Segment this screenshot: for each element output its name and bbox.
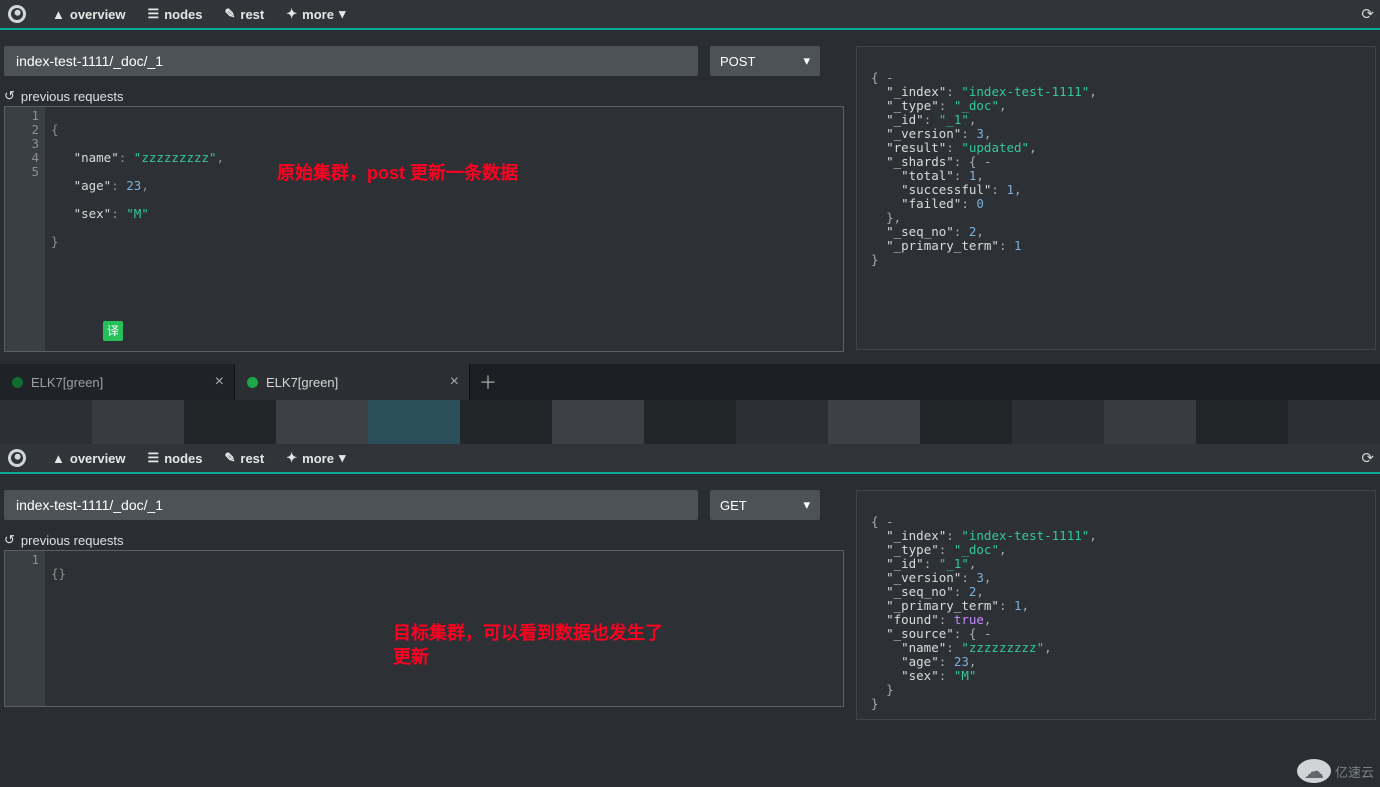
chevron-down-icon: ▾: [803, 497, 810, 513]
http-method-value: POST: [720, 54, 755, 69]
nav-overview[interactable]: ▲ overview: [52, 7, 126, 22]
add-tab-button[interactable]: ＋: [470, 364, 506, 400]
wand-icon: ✦: [286, 6, 297, 22]
http-method-select[interactable]: POST ▾: [710, 46, 820, 76]
http-method-value: GET: [720, 498, 747, 513]
nodes-icon: ☰: [148, 450, 160, 466]
response-panel[interactable]: { - "_index": "index-test-1111", "_type"…: [856, 46, 1376, 350]
redacted-strip: [0, 400, 1380, 444]
editor-gutter: 1 2 3 4 5: [5, 107, 45, 351]
nav-rest-label: rest: [240, 7, 264, 22]
history-icon: ↺: [4, 532, 15, 548]
tab-1-label: ELK7[green]: [266, 375, 338, 390]
tab-1[interactable]: ELK7[green] ×: [235, 364, 470, 400]
refresh-icon[interactable]: ⟳: [1361, 449, 1374, 467]
bottom-panel: GET ▾ ↺ previous requests 1 {} 目标集群，可以看到…: [0, 474, 1380, 724]
top-panel: POST ▾ ↺ previous requests 1 2 3 4 5 { "…: [0, 30, 1380, 356]
nav-overview-label: overview: [70, 7, 126, 22]
request-path-input[interactable]: [4, 490, 698, 520]
nodes-icon: ☰: [148, 6, 160, 22]
nav-more-label: more: [302, 7, 334, 22]
chevron-down-icon: ▾: [339, 6, 346, 22]
cloud-icon: ☁: [1297, 759, 1331, 783]
nav-more[interactable]: ✦ more ▾: [286, 450, 345, 466]
request-path-input[interactable]: [4, 46, 698, 76]
watermark-text: 亿速云: [1335, 762, 1374, 781]
nav-rest[interactable]: ✎ rest: [224, 6, 264, 22]
top-navbar: ▲ overview ☰ nodes ✎ rest ✦ more ▾ ⟳: [0, 0, 1380, 30]
code-area[interactable]: { "name": "zzzzzzzzz", "age": 23, "sex":…: [45, 107, 843, 351]
previous-requests-label: previous requests: [21, 89, 124, 104]
editor-gutter: 1: [5, 551, 45, 706]
app-logo-icon: [5, 446, 28, 469]
nav-nodes[interactable]: ☰ nodes: [148, 6, 203, 22]
code-area[interactable]: {} 目标集群，可以看到数据也发生了 更新: [45, 551, 843, 706]
connection-tabs: ELK7[green] × ELK7[green] × ＋: [0, 364, 1380, 400]
edit-icon: ✎: [224, 6, 235, 22]
wand-icon: ✦: [286, 450, 297, 466]
nav-overview[interactable]: ▲ overview: [52, 451, 126, 466]
annotation-text: 目标集群，可以看到数据也发生了 更新: [393, 621, 663, 669]
status-dot-icon: [247, 377, 258, 388]
http-method-select[interactable]: GET ▾: [710, 490, 820, 520]
nav-nodes-label: nodes: [164, 7, 202, 22]
history-icon: ↺: [4, 88, 15, 104]
sitemap-icon: ▲: [52, 451, 65, 466]
nav-nodes[interactable]: ☰ nodes: [148, 450, 203, 466]
close-tab-icon[interactable]: ×: [215, 373, 224, 391]
tab-0[interactable]: ELK7[green] ×: [0, 364, 235, 400]
request-body-editor[interactable]: 1 2 3 4 5 { "name": "zzzzzzzzz", "age": …: [4, 106, 844, 352]
close-tab-icon[interactable]: ×: [450, 373, 459, 391]
refresh-icon[interactable]: ⟳: [1361, 5, 1374, 23]
watermark: ☁ 亿速云: [1297, 759, 1374, 783]
request-body-editor[interactable]: 1 {} 目标集群，可以看到数据也发生了 更新: [4, 550, 844, 707]
edit-icon: ✎: [224, 450, 235, 466]
app-logo-icon: [5, 2, 28, 25]
previous-requests-link[interactable]: ↺ previous requests: [4, 88, 844, 104]
tab-0-label: ELK7[green]: [31, 375, 103, 390]
nav-rest[interactable]: ✎ rest: [224, 450, 264, 466]
response-panel[interactable]: { - "_index": "index-test-1111", "_type"…: [856, 490, 1376, 720]
previous-requests-link[interactable]: ↺ previous requests: [4, 532, 844, 548]
chevron-down-icon: ▾: [803, 53, 810, 69]
nav-more[interactable]: ✦ more ▾: [286, 6, 345, 22]
sitemap-icon: ▲: [52, 7, 65, 22]
translate-badge[interactable]: 译: [103, 321, 123, 341]
chevron-down-icon: ▾: [339, 450, 346, 466]
bottom-navbar: ▲ overview ☰ nodes ✎ rest ✦ more ▾ ⟳: [0, 444, 1380, 474]
status-dot-icon: [12, 377, 23, 388]
